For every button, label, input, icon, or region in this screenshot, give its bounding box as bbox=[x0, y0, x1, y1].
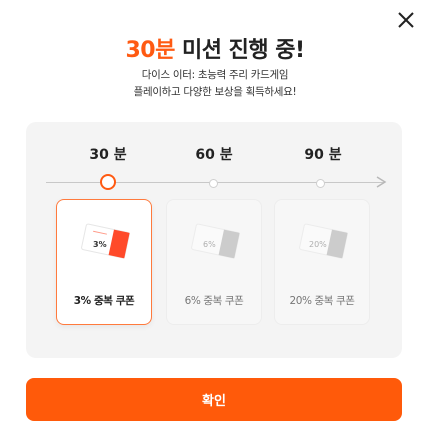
close-icon bbox=[398, 12, 414, 28]
mission-panel: 30 분 60 분 90 분 3% 3% 중복 쿠폰 6% 6% 중복 쿠폰 2… bbox=[26, 122, 402, 358]
reward-label: 20% 중복 쿠폰 bbox=[289, 295, 355, 307]
page-title: 30분 미션 진행 중! bbox=[0, 32, 430, 64]
reward-card-6[interactable]: 6% 6% 중복 쿠폰 bbox=[166, 199, 262, 325]
progress-dot-30 bbox=[100, 174, 116, 190]
confirm-button[interactable]: 확인 bbox=[26, 378, 402, 421]
reward-card-20[interactable]: 20% 20% 중복 쿠폰 bbox=[274, 199, 370, 325]
time-label-60: 60 분 bbox=[195, 147, 233, 163]
coupon-badge: 20% bbox=[309, 240, 327, 249]
title-rest: 미션 진행 중! bbox=[174, 38, 305, 63]
time-label-30: 30 분 bbox=[89, 147, 127, 163]
reward-label: 3% 중복 쿠폰 bbox=[73, 295, 135, 307]
title-accent: 30분 bbox=[125, 38, 175, 63]
progress-dot-90 bbox=[316, 179, 325, 188]
coupon-badge: 6% bbox=[203, 240, 216, 249]
arrow-right-icon bbox=[376, 176, 387, 188]
reward-card-3[interactable]: 3% 3% 중복 쿠폰 bbox=[56, 199, 152, 325]
coupon-icon: 3% bbox=[81, 223, 130, 259]
coupon-icon: 6% bbox=[191, 223, 240, 259]
progress-dot-60 bbox=[209, 179, 218, 188]
reward-label: 6% 중복 쿠폰 bbox=[184, 295, 244, 307]
subtitle: 다이스 이터: 초능력 주리 카드게임 플레이하고 다양한 보상을 획득하세요! bbox=[0, 67, 430, 101]
time-label-90: 90 분 bbox=[304, 147, 342, 163]
coupon-badge: 3% bbox=[93, 240, 107, 249]
subtitle-line-1: 다이스 이터: 초능력 주리 카드게임 bbox=[141, 69, 289, 81]
subtitle-line-2: 플레이하고 다양한 보상을 획득하세요! bbox=[133, 86, 297, 98]
close-button[interactable] bbox=[396, 10, 416, 30]
coupon-icon: 20% bbox=[299, 223, 348, 259]
